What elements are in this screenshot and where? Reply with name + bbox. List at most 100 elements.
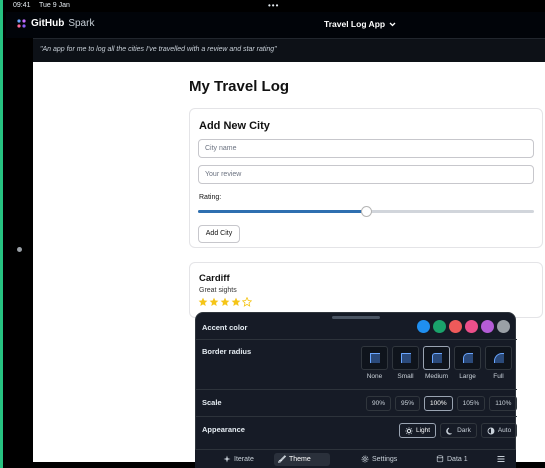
data-label: Data 1 <box>447 456 468 463</box>
gear-icon <box>361 455 369 465</box>
slider-thumb[interactable] <box>361 206 372 217</box>
accent-swatch-0[interactable] <box>417 320 430 333</box>
scale-option[interactable]: 105% <box>456 396 486 411</box>
brand-github: GitHub <box>31 18 65 29</box>
add-city-title: Add New City <box>199 120 270 132</box>
accent-swatches <box>417 320 510 333</box>
city-name: Cardiff <box>199 273 230 284</box>
city-review: Great sights <box>199 287 237 294</box>
radius-preview-shape <box>462 353 473 363</box>
rating-slider[interactable] <box>198 206 534 217</box>
radius-preview-shape <box>431 353 442 363</box>
radius-option-none[interactable]: None <box>361 346 388 380</box>
star-rating <box>198 297 252 307</box>
accent-swatch-3[interactable] <box>465 320 478 333</box>
data-tab[interactable]: Data 1 <box>432 453 472 466</box>
radius-option-large[interactable]: Large <box>454 346 481 380</box>
review-input[interactable]: Your review <box>198 165 534 184</box>
city-entry-card: Cardiff Great sights <box>189 262 543 318</box>
radius-preview <box>423 346 450 370</box>
appearance-auto-label: Auto <box>497 427 512 434</box>
radius-preview <box>454 346 481 370</box>
star-empty-icon <box>242 297 252 307</box>
appearance-dark-label: Dark <box>457 427 471 434</box>
star-filled-icon <box>198 297 208 306</box>
star-filled-icon <box>220 297 230 306</box>
star-filled-icon <box>209 297 219 306</box>
sun-icon <box>405 426 413 435</box>
add-city-card: Add New City City name Your review Ratin… <box>189 108 543 248</box>
scale-row: Scale 90% 95% 100% 105% 110% <box>196 390 518 417</box>
radius-option-label: Full <box>493 373 504 380</box>
status-time: 09:41 <box>13 2 31 9</box>
page-title: My Travel Log <box>189 78 290 95</box>
settings-tab[interactable]: Settings <box>357 453 401 466</box>
accent-swatch-4[interactable] <box>481 320 494 333</box>
hamburger-icon <box>497 455 505 465</box>
radius-option-label: Large <box>459 373 476 380</box>
multitask-dots[interactable]: ••• <box>268 0 279 12</box>
appearance-label: Appearance <box>202 425 245 434</box>
iterate-label: Iterate <box>234 456 254 463</box>
appearance-light-label: Light <box>416 427 431 434</box>
scale-option[interactable]: 100% <box>424 396 453 411</box>
radius-preview-shape <box>400 353 411 363</box>
accent-swatch-5[interactable] <box>497 320 510 333</box>
theme-label: Theme <box>289 456 311 463</box>
moon-icon <box>446 427 452 435</box>
appearance-light-button[interactable]: Light <box>399 423 437 438</box>
theme-panel: Accent color Border radius None Small Medi… <box>195 312 518 468</box>
iterate-tab[interactable]: Iterate <box>219 453 258 466</box>
accent-swatch-2[interactable] <box>449 320 462 333</box>
slider-fill <box>198 210 366 213</box>
brand-spark: Spark <box>68 18 95 29</box>
radius-option-medium[interactable]: Medium <box>423 346 450 380</box>
appearance-dark-button[interactable]: Dark <box>440 423 477 438</box>
radius-preview <box>485 346 512 370</box>
prompt-bar[interactable]: "An app for me to log all the cities I'v… <box>33 38 545 62</box>
rating-label: Rating: <box>199 194 222 201</box>
appearance-options: Light Dark Auto <box>399 423 518 438</box>
status-bar: 09:41 Tue 9 Jan ••• <box>6 0 545 12</box>
appearance-auto-button[interactable]: Auto <box>480 423 518 438</box>
add-city-button[interactable]: Add City <box>198 225 240 243</box>
scale-option[interactable]: 95% <box>395 396 421 411</box>
status-date: Tue 9 Jan <box>39 2 70 9</box>
radius-option-small[interactable]: Small <box>392 346 419 380</box>
accent-row: Accent color <box>196 313 517 340</box>
radius-options: None Small Medium Large Full <box>361 346 512 380</box>
radius-row: Border radius None Small Medium Large Full <box>196 340 517 390</box>
scale-option[interactable]: 90% <box>366 396 392 411</box>
app-frame: 09:41 Tue 9 Jan ••• GitHub Spark Travel … <box>0 0 545 468</box>
accent-swatch-1[interactable] <box>433 320 446 333</box>
appearance-row: Appearance Light Dark Auto <box>196 417 518 449</box>
radius-preview-shape <box>493 353 504 363</box>
prompt-text: "An app for me to log all the cities I'v… <box>40 46 277 53</box>
radius-option-label: Small <box>397 373 414 380</box>
left-gutter <box>6 38 33 468</box>
radius-option-full[interactable]: Full <box>485 346 512 380</box>
scale-option[interactable]: 110% <box>489 396 518 411</box>
radius-option-label: Medium <box>424 373 449 380</box>
spark-icon <box>16 18 27 29</box>
radius-preview <box>392 346 419 370</box>
database-icon <box>436 454 444 465</box>
spark-logo[interactable]: GitHub Spark <box>16 18 94 29</box>
app-name: Travel Log App <box>324 19 386 29</box>
city-name-input[interactable]: City name <box>198 139 534 158</box>
sparkle-icon <box>223 455 231 465</box>
radius-option-label: None <box>366 373 383 380</box>
bottom-toolbar: Iterate Theme Settings Data 1 <box>195 449 516 468</box>
accent-label: Accent color <box>202 323 248 332</box>
top-bar: GitHub Spark Travel Log App <box>6 12 545 38</box>
app-selector[interactable]: Travel Log App <box>324 19 396 29</box>
scale-label: Scale <box>202 398 222 407</box>
chevron-down-icon <box>389 19 396 29</box>
theme-tab[interactable]: Theme <box>274 453 330 466</box>
radius-preview <box>361 346 388 370</box>
settings-label: Settings <box>372 456 398 463</box>
menu-button[interactable] <box>493 453 509 466</box>
star-filled-icon <box>231 297 241 306</box>
scale-options: 90% 95% 100% 105% 110% <box>366 396 518 411</box>
sidebar-handle[interactable] <box>17 247 22 252</box>
